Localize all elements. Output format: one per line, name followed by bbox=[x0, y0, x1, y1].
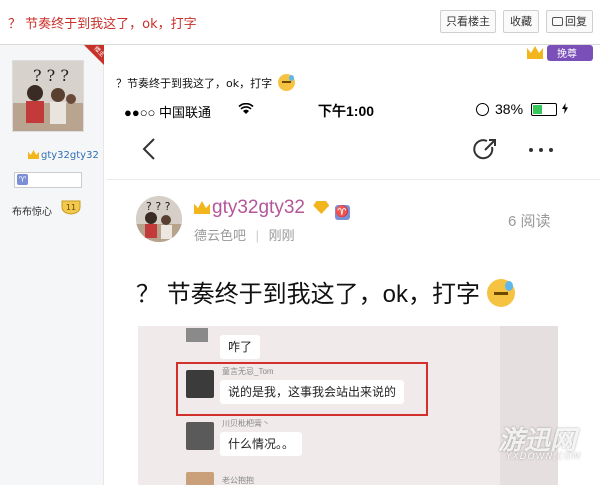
chat-message-2: 说的是我，这事我会站出来说的 bbox=[228, 385, 397, 399]
v-badge-icon: ♈ bbox=[334, 205, 350, 220]
crown-icon bbox=[527, 46, 543, 59]
chat-avatar bbox=[186, 370, 214, 398]
status-time: 下午1:00 bbox=[318, 103, 375, 119]
chat-sender: 川贝枇杷膏丶 bbox=[222, 419, 270, 428]
share-icon[interactable] bbox=[472, 137, 498, 163]
level-badge: 11 bbox=[61, 200, 81, 215]
more-icon[interactable] bbox=[529, 148, 553, 153]
post-author-avatar-image: ? ? ? bbox=[136, 196, 182, 242]
reply-button[interactable]: 回复 bbox=[546, 10, 593, 33]
chat-message-1: 咋了 bbox=[228, 340, 253, 354]
battery-percent: 38% bbox=[495, 101, 524, 117]
chat-avatar bbox=[186, 472, 214, 485]
favorite-button[interactable]: 收藏 bbox=[503, 10, 539, 33]
chat-avatar bbox=[186, 422, 214, 450]
sweat-emoji-icon bbox=[486, 279, 515, 307]
post-author-name-text: gty32gty32 bbox=[212, 197, 305, 218]
svg-text:? ? ?: ? ? ? bbox=[146, 200, 171, 213]
reply-label: 回复 bbox=[565, 15, 587, 28]
svg-text:? ? ?: ? ? ? bbox=[33, 66, 69, 85]
post-author-name[interactable]: gty32gty32 ♈ bbox=[194, 197, 350, 220]
avatar-image: ? ? ? bbox=[13, 61, 83, 131]
member-badge-box: ♈ bbox=[14, 172, 82, 188]
post-author-avatar[interactable]: ? ? ? bbox=[136, 196, 182, 242]
post-meta: 德云色吧 | 刚刚 bbox=[194, 228, 295, 243]
author-name-text: gty32gty32 bbox=[41, 150, 99, 161]
sweat-emoji-icon bbox=[277, 74, 295, 91]
post-content-text: ？节奏终于到我这了，ok，打字 bbox=[116, 74, 295, 91]
diamond-icon bbox=[313, 201, 330, 214]
post-time: 刚刚 bbox=[268, 228, 295, 243]
reply-icon bbox=[552, 17, 563, 26]
chat-message-3: 什么情况。。 bbox=[228, 437, 295, 451]
carrier-label: ●●○○ 中国联通 bbox=[124, 105, 212, 120]
phone-post-text: ？ 节奏终于到我这了，ok，打字 bbox=[136, 274, 515, 309]
watermark-url: YXDOWN.COM bbox=[506, 452, 582, 462]
chat-avatar bbox=[186, 328, 208, 342]
post-content-label: ？节奏终于到我这了，ok，打字 bbox=[116, 77, 273, 90]
thread-title: ？ 节奏终于到我这了，ok，打字 bbox=[8, 17, 197, 32]
forum-name[interactable]: 德云色吧 bbox=[194, 228, 246, 243]
chat-sender: 童言无忌_Tom bbox=[222, 367, 274, 376]
chat-bubble: 咋了 bbox=[220, 335, 261, 359]
wifi-icon bbox=[238, 103, 254, 114]
charging-bolt-icon bbox=[562, 103, 568, 114]
battery-icon bbox=[531, 103, 557, 116]
op-corner-tag: 楼主 bbox=[84, 45, 104, 65]
vip-label: 挽尊 bbox=[557, 47, 577, 60]
only-op-button[interactable]: 只看楼主 bbox=[440, 10, 496, 33]
nav-divider bbox=[106, 179, 600, 180]
chat-bubble: 说的是我，这事我会站出来说的 bbox=[220, 380, 405, 404]
chat-bubble: 什么情况。。 bbox=[220, 432, 303, 456]
back-icon[interactable] bbox=[142, 137, 156, 161]
orientation-lock-icon bbox=[476, 103, 489, 116]
chat-sender: 老公抱抱 bbox=[222, 476, 254, 485]
level-name: 布布惊心 bbox=[12, 207, 52, 218]
view-count: 6 阅读 bbox=[508, 213, 551, 230]
level-number: 11 bbox=[66, 203, 76, 212]
crown-icon bbox=[28, 150, 39, 159]
avatar[interactable]: ? ? ? bbox=[12, 60, 84, 132]
crown-icon bbox=[194, 201, 210, 214]
battery-fill bbox=[533, 105, 542, 114]
author-name[interactable]: gty32gty32 bbox=[28, 150, 99, 161]
vip-tag[interactable]: 挽尊 bbox=[517, 43, 595, 63]
v-badge-icon: ♈ bbox=[17, 174, 28, 185]
phone-post-text-label: ？ 节奏终于到我这了，ok，打字 bbox=[136, 281, 481, 308]
chat-screenshot: 咋了 童言无忌_Tom 说的是我，这事我会站出来说的 川贝枇杷膏丶 什么情况。。… bbox=[138, 326, 558, 485]
